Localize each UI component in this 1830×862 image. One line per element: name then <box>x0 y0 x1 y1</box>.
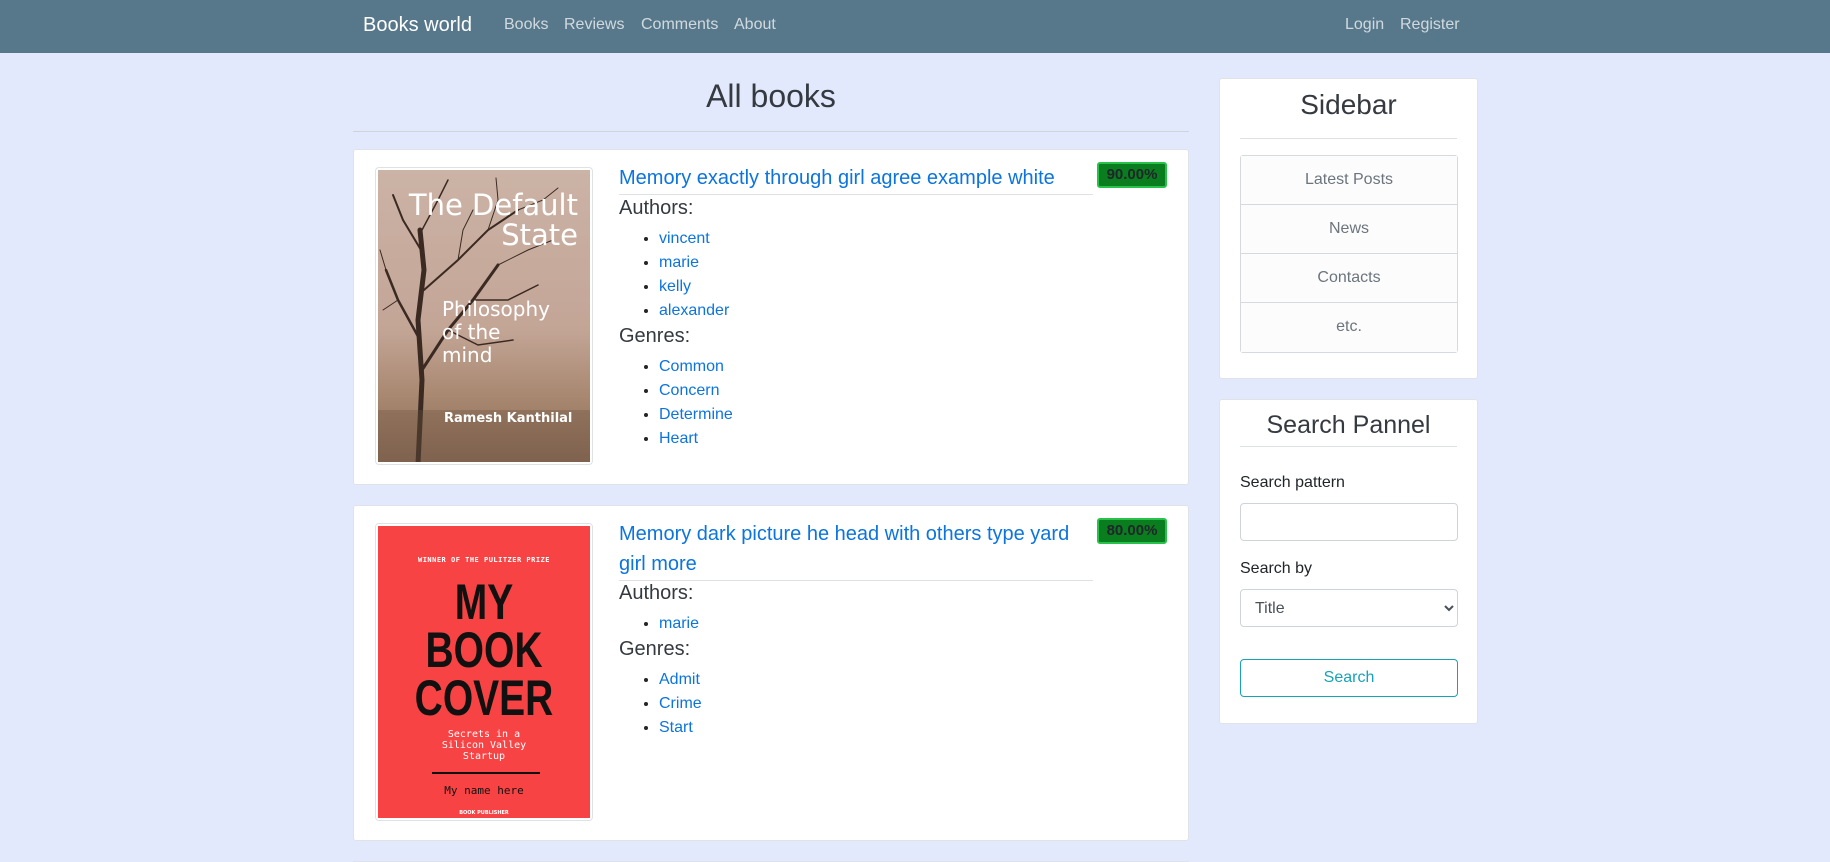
top-navbar: Books world Books Reviews Comments About… <box>0 0 1830 53</box>
sidebar-item-latest-posts[interactable]: Latest Posts <box>1241 156 1457 205</box>
genres-heading: Genres: <box>619 325 691 347</box>
book-card: WINNER OF THE PULITZER PRIZE MY BOOK COV… <box>353 505 1189 841</box>
cover-art: WINNER OF THE PULITZER PRIZE MY BOOK COV… <box>378 526 590 818</box>
nav-books[interactable]: Books <box>504 16 548 34</box>
genre-link[interactable]: Concern <box>659 382 719 399</box>
list-item: Concern <box>659 379 733 403</box>
search-pattern-label: Search pattern <box>1240 474 1345 491</box>
list-item: Determine <box>659 403 733 427</box>
genres-heading: Genres: <box>619 638 691 660</box>
cover-author: My name here <box>444 784 524 797</box>
title-divider <box>353 131 1189 132</box>
page-title: All books <box>706 78 836 114</box>
search-divider <box>1240 446 1457 447</box>
list-item: vincent <box>659 227 729 251</box>
sidebar-item-contacts[interactable]: Contacts <box>1241 254 1457 303</box>
nav-register[interactable]: Register <box>1400 16 1460 34</box>
sidebar-divider <box>1240 138 1457 139</box>
genre-link[interactable]: Admit <box>659 671 700 688</box>
genres-list: Admit Crime Start <box>659 668 702 740</box>
book-cover-image[interactable]: WINNER OF THE PULITZER PRIZE MY BOOK COV… <box>375 523 593 821</box>
genres-list: Common Concern Determine Heart <box>659 355 733 451</box>
nav-comments[interactable]: Comments <box>641 16 718 34</box>
score-badge: 80.00% <box>1097 518 1167 544</box>
authors-list: vincent marie kelly alexander <box>659 227 729 323</box>
book-title-link[interactable]: Memory dark picture he head with others … <box>619 519 1093 581</box>
search-by-select[interactable]: Title <box>1240 589 1458 627</box>
cover-title: MY BOOK COVER <box>414 574 554 726</box>
authors-heading: Authors: <box>619 197 694 219</box>
nav-login[interactable]: Login <box>1345 16 1384 34</box>
cover-divider <box>432 772 540 774</box>
sidebar-item-news[interactable]: News <box>1241 205 1457 254</box>
sidebar-item-etc[interactable]: etc. <box>1241 303 1457 352</box>
author-link[interactable]: marie <box>659 254 699 271</box>
nav-reviews[interactable]: Reviews <box>564 16 624 34</box>
authors-heading: Authors: <box>619 582 694 604</box>
search-pattern-input[interactable] <box>1240 503 1458 541</box>
list-item: alexander <box>659 299 729 323</box>
cover-prize: WINNER OF THE PULITZER PRIZE <box>417 556 550 564</box>
list-item: Start <box>659 716 702 740</box>
list-item: marie <box>659 612 699 636</box>
sidebar-card: Sidebar Latest Posts News Contacts etc. <box>1219 78 1478 379</box>
authors-list: marie <box>659 612 699 636</box>
author-link[interactable]: kelly <box>659 278 691 295</box>
list-item: Admit <box>659 668 702 692</box>
book-cover-image[interactable]: The Default State Philosophy of the mind… <box>375 167 593 465</box>
score-badge: 90.00% <box>1097 162 1167 188</box>
list-item: marie <box>659 251 729 275</box>
search-by-label: Search by <box>1240 560 1313 577</box>
brand-link[interactable]: Books world <box>363 14 472 37</box>
sidebar-list: Latest Posts News Contacts etc. <box>1240 155 1458 353</box>
book-card: The Default State Philosophy of the mind… <box>353 149 1189 485</box>
search-button[interactable]: Search <box>1240 659 1458 697</box>
list-item: Heart <box>659 427 733 451</box>
author-link[interactable]: alexander <box>659 302 729 319</box>
nav-about[interactable]: About <box>734 16 776 34</box>
search-panel: Search Pannel Search pattern Search by T… <box>1219 399 1478 724</box>
cover-title: The Default State <box>408 188 578 252</box>
author-link[interactable]: marie <box>659 615 699 632</box>
cover-tagline: Secrets in a Silicon Valley Startup <box>441 729 527 762</box>
genre-link[interactable]: Heart <box>659 430 698 447</box>
cover-art: The Default State Philosophy of the mind… <box>378 170 590 462</box>
cover-subtitle: Philosophy of the mind <box>442 297 550 367</box>
list-item: kelly <box>659 275 729 299</box>
genre-link[interactable]: Determine <box>659 406 733 423</box>
genre-link[interactable]: Common <box>659 358 724 375</box>
list-item: Crime <box>659 692 702 716</box>
cover-publisher: BOOK PUBLISHER <box>459 810 509 816</box>
genre-link[interactable]: Start <box>659 719 693 736</box>
author-link[interactable]: vincent <box>659 230 710 247</box>
search-panel-title: Search Pannel <box>1266 411 1431 439</box>
list-item: Common <box>659 355 733 379</box>
cover-author: Ramesh Kanthilal <box>444 411 573 426</box>
genre-link[interactable]: Crime <box>659 695 702 712</box>
book-title-link[interactable]: Memory exactly through girl agree exampl… <box>619 163 1093 195</box>
sidebar-title: Sidebar <box>1300 89 1397 120</box>
